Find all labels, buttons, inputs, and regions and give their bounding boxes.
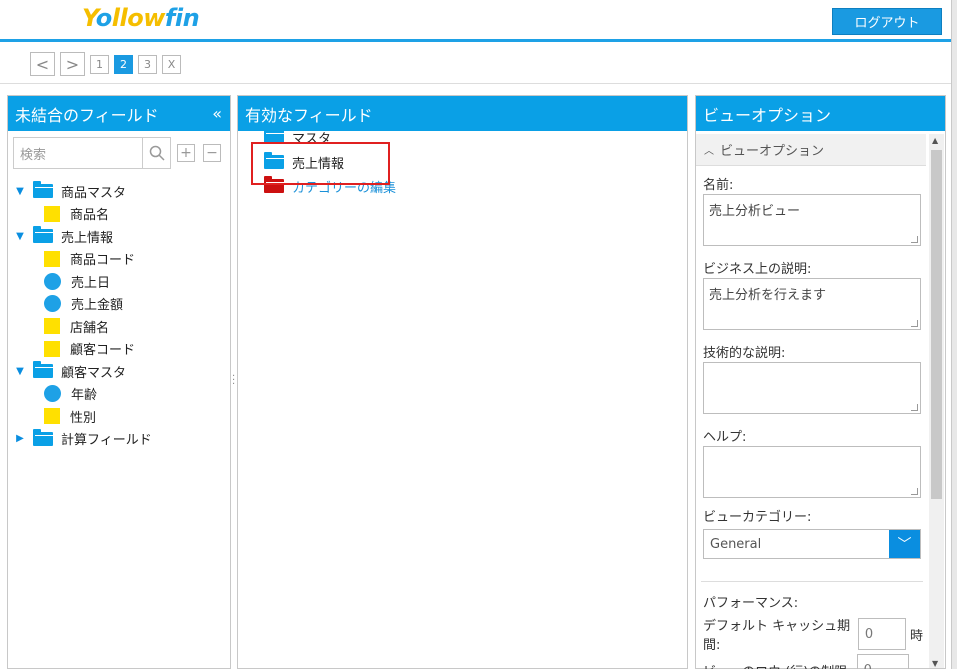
caret-down-icon[interactable]: ▼ (13, 231, 27, 242)
page-2-button[interactable]: 2 (114, 54, 133, 74)
app-header: Yollowfin ログアウト (0, 0, 951, 42)
folder-icon (33, 428, 53, 446)
row-limit-row: ビューのロウ (行)の制限: 0 (703, 654, 923, 669)
page-3-button[interactable]: 3 (138, 54, 157, 74)
panel-header: 未結合のフィールド « (8, 96, 230, 131)
tree-field[interactable]: 売上日 (13, 270, 230, 293)
tree-field[interactable]: 性別 (13, 405, 230, 428)
help-label: ヘルプ: (703, 430, 747, 445)
help-field[interactable] (703, 446, 921, 498)
cache-row: デフォルト キャッシュ期間: 0 時 (703, 618, 923, 653)
tree-field[interactable]: 顧客コード (13, 338, 230, 361)
available-fields-panel: 有効なフィールド マスタ 売上情報 カテゴリーの編集 (237, 95, 688, 669)
page-1-button[interactable]: 1 (90, 54, 109, 74)
tree-folder[interactable]: ▼ 顧客マスタ (13, 360, 230, 383)
panel-title: 有効なフィールド (245, 105, 373, 125)
panel-title: 未結合のフィールド (15, 105, 159, 125)
dimension-icon (44, 205, 60, 222)
view-options-panel: ビューオプション ︿ ビューオプション ▲ ▼ 名前: 売上分析ビュー ビジネス… (695, 95, 946, 669)
prev-page-button[interactable]: < (30, 52, 55, 76)
folder-icon (33, 226, 53, 244)
chevron-down-icon[interactable]: ﹀ (889, 530, 920, 558)
dimension-icon (44, 250, 60, 267)
panel-scrollbar[interactable]: ▲ ▼ (929, 134, 944, 668)
folder-icon (33, 361, 53, 379)
cache-unit: 時 (909, 628, 923, 644)
panel-header: ビューオプション (696, 96, 945, 131)
caret-down-icon[interactable]: ▼ (13, 366, 27, 377)
collapse-all-icon[interactable]: − (203, 144, 221, 162)
performance-label: パフォーマンス: (703, 596, 799, 611)
search-input[interactable]: 検索 (13, 137, 143, 169)
tree-folder[interactable]: ▼ 売上情報 (13, 225, 230, 248)
name-field[interactable]: 売上分析ビュー (703, 194, 921, 246)
scroll-up-icon[interactable]: ▲ (932, 136, 938, 145)
row-limit-label: ビューのロウ (行)の制限: (703, 661, 852, 669)
tree-field[interactable]: 商品コード (13, 248, 230, 271)
dimension-icon (44, 408, 60, 425)
view-category-select[interactable]: General ﹀ (703, 529, 921, 559)
tree-field[interactable]: 年齢 (13, 383, 230, 406)
unjoined-fields-panel: 未結合のフィールド « 検索 + − ▼ 商品マスタ 商品名 ▼ 売上情報 商品コー… (7, 95, 231, 669)
cache-label: デフォルト キャッシュ期間: (703, 619, 851, 653)
business-desc-label: ビジネス上の説明: (703, 262, 812, 277)
section-header[interactable]: ︿ ビューオプション (696, 134, 926, 166)
tree-field[interactable]: 店舗名 (13, 315, 230, 338)
step-pager: < > 1 2 3 X (30, 52, 181, 76)
search-icon[interactable] (143, 137, 171, 169)
row-limit-input[interactable]: 0 (856, 654, 909, 669)
yellowfin-logo: Yollowfin (82, 4, 200, 32)
tree-field[interactable]: 商品名 (13, 203, 230, 226)
divider (0, 83, 951, 84)
name-label: 名前: (703, 178, 734, 193)
tree-folder[interactable]: ▼ 商品マスタ (13, 180, 230, 203)
field-tree: ▼ 商品マスタ 商品名 ▼ 売上情報 商品コード 売上日 売上金額 店舗名 顧客コー… (13, 180, 230, 450)
window-scrollbar[interactable] (951, 0, 957, 669)
panel-header: 有効なフィールド (238, 96, 687, 131)
splitter-handle[interactable]: · · · (232, 372, 236, 390)
metric-icon (44, 385, 61, 403)
highlight-box (251, 142, 390, 185)
dimension-icon (44, 340, 60, 357)
collapse-icon[interactable]: « (212, 104, 222, 123)
next-page-button[interactable]: > (60, 52, 85, 76)
caret-down-icon[interactable]: ▼ (13, 186, 27, 197)
tech-desc-label: 技術的な説明: (703, 346, 786, 361)
caret-right-icon[interactable]: ▶ (13, 433, 27, 444)
scroll-down-icon[interactable]: ▼ (932, 659, 938, 668)
close-steps-button[interactable]: X (162, 54, 181, 74)
cache-input[interactable]: 0 (857, 618, 906, 650)
scroll-thumb[interactable] (931, 150, 942, 499)
business-desc-field[interactable]: 売上分析を行えます (703, 278, 921, 330)
dimension-icon (44, 318, 60, 335)
logout-button[interactable]: ログアウト (832, 8, 942, 35)
metric-icon (44, 272, 61, 290)
view-category-label: ビューカテゴリー: (703, 510, 812, 525)
search-row: 検索 + − (13, 137, 221, 169)
chevron-right-icon: > (65, 54, 80, 74)
tech-desc-field[interactable] (703, 362, 921, 414)
tree-folder[interactable]: ▶ 計算フィールド (13, 428, 230, 451)
chevron-up-icon: ︿ (704, 146, 714, 157)
tree-field[interactable]: 売上金額 (13, 293, 230, 316)
chevron-left-icon: < (35, 54, 50, 74)
folder-icon (33, 181, 53, 199)
view-options-form: 名前: 売上分析ビュー ビジネス上の説明: 売上分析を行えます 技術的な説明: … (701, 174, 923, 669)
divider (701, 581, 923, 582)
select-value: General (710, 536, 762, 552)
metric-icon (44, 295, 61, 313)
expand-all-icon[interactable]: + (177, 144, 195, 162)
panel-title: ビューオプション (703, 105, 832, 125)
